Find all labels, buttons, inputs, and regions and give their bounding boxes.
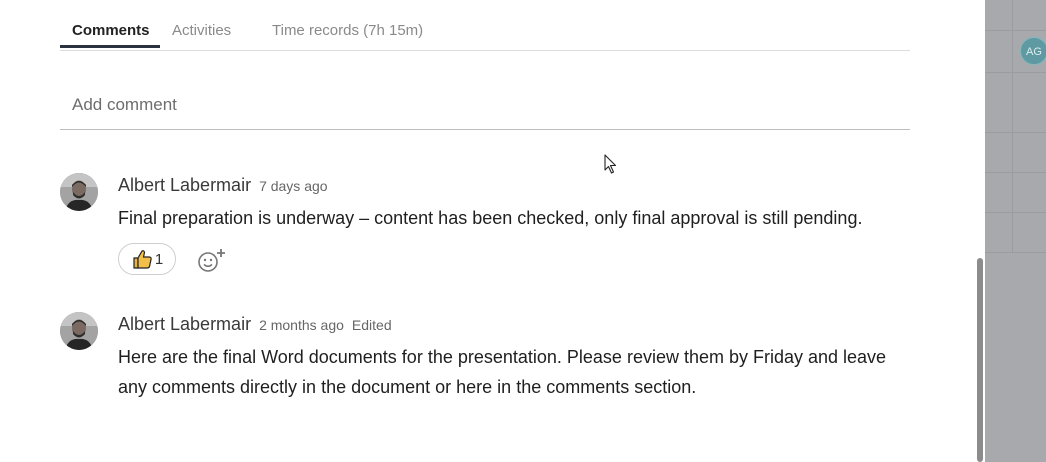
- grid-line: [985, 30, 1046, 31]
- grid-line: [1012, 0, 1013, 252]
- mouse-cursor-icon: [604, 154, 617, 174]
- grid-line: [985, 72, 1046, 73]
- grid-line: [985, 172, 1046, 173]
- avatar[interactable]: [60, 312, 98, 350]
- tab-bar: Comments Activities Time records (7h 15m…: [60, 0, 910, 51]
- comment-timestamp: 2 months ago: [259, 317, 344, 333]
- reaction-thumbs-up-button[interactable]: 1: [118, 243, 176, 275]
- add-reaction-button[interactable]: [196, 247, 228, 275]
- user-photo-icon: [60, 173, 98, 211]
- avatar[interactable]: [60, 173, 98, 211]
- scrollbar-thumb[interactable]: [977, 258, 983, 462]
- grid-line: [985, 132, 1046, 133]
- comment-author: Albert Labermair: [118, 314, 252, 334]
- thumbs-up-icon: [133, 250, 152, 269]
- grid-line: [985, 252, 1046, 253]
- edited-label: Edited: [351, 317, 392, 333]
- tab-time-records[interactable]: Time records (7h 15m): [272, 22, 423, 39]
- user-photo-icon: [60, 312, 98, 350]
- comment-text: Here are the final Word documents for th…: [118, 347, 887, 397]
- add-comment-input[interactable]: [60, 80, 910, 130]
- background-overlay: AG: [985, 0, 1046, 462]
- tab-activities[interactable]: Activities: [172, 22, 231, 39]
- grid-line: [985, 212, 1046, 213]
- add-emoji-icon: [198, 249, 225, 272]
- comment-text: Final preparation is underway – content …: [118, 208, 863, 228]
- reaction-count: 1: [154, 250, 164, 268]
- comment-author: Albert Labermair: [118, 175, 252, 195]
- tab-comments[interactable]: Comments: [72, 22, 150, 39]
- assignee-avatar: AG: [1020, 37, 1046, 65]
- comment-timestamp: 7 days ago: [259, 178, 328, 194]
- active-tab-indicator: [60, 45, 160, 48]
